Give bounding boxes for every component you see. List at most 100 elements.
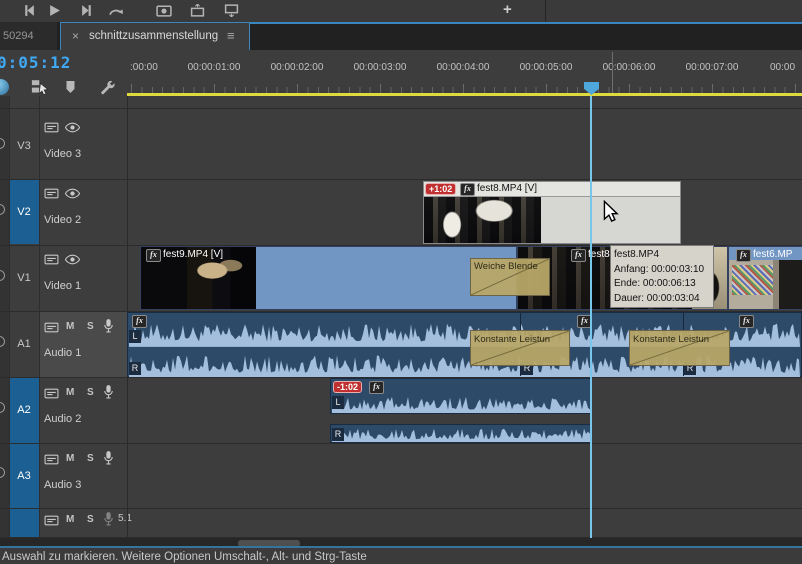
fx-badge[interactable]: fx — [571, 249, 586, 262]
extract-icon[interactable] — [224, 4, 239, 17]
track-id-a1[interactable]: A1 — [9, 338, 39, 350]
play-icon[interactable] — [48, 4, 61, 17]
toolbar-divider — [545, 0, 546, 22]
panel-menu-icon[interactable]: ≡ — [227, 23, 235, 49]
voiceover-mic-icon[interactable] — [103, 450, 114, 465]
clip-info-tooltip: fest8.MP4 Anfang: 00:00:03:10 Ende: 00:0… — [610, 245, 714, 308]
fx-badge[interactable]: fx — [146, 249, 161, 262]
transition-label: Weiche Blende — [474, 261, 538, 272]
clip-fest6[interactable]: fx fest6.MP — [728, 246, 802, 310]
track-output-eye-icon[interactable] — [65, 122, 80, 133]
panel-tab-bar: 50294 × schnittzusammenstellung ≡ — [0, 22, 802, 50]
track-target-master[interactable] — [9, 509, 39, 537]
clip-title: fest8.MP4 [V] — [477, 183, 538, 194]
track-id-v2[interactable]: V2 — [9, 206, 39, 218]
track-id-a3[interactable]: A3 — [9, 470, 39, 482]
voiceover-mic-icon[interactable] — [103, 384, 114, 399]
track-name-a3[interactable]: Audio 3 — [44, 479, 81, 491]
track-name-a1[interactable]: Audio 1 — [44, 347, 81, 359]
play-around-icon[interactable] — [108, 4, 123, 17]
export-frame-icon[interactable] — [156, 4, 172, 17]
mute-button[interactable]: M — [66, 387, 74, 398]
fx-badge[interactable]: fx — [460, 183, 475, 196]
clip-fest8-v2-selected[interactable]: +1:02 fx fest8.MP4 [V] — [423, 181, 681, 244]
tooltip-start: Anfang: 00:00:03:10 — [614, 263, 705, 275]
track-divider — [0, 377, 802, 378]
sync-lock-icon[interactable] — [44, 388, 59, 399]
playhead-line[interactable] — [590, 96, 592, 538]
clip-title: fest9.MP4 [V] — [163, 249, 224, 260]
tab-sequence-50294[interactable]: 50294 — [0, 22, 57, 50]
sync-lock-icon[interactable] — [44, 322, 59, 333]
add-marker-icon[interactable] — [64, 80, 77, 94]
sync-lock-icon[interactable] — [44, 454, 59, 465]
track-name-a2[interactable]: Audio 2 — [44, 413, 81, 425]
channel-label-right: R — [129, 362, 141, 375]
transition-konstante-leistung[interactable]: Konstante Leistun — [470, 330, 570, 366]
track-name-v3[interactable]: Video 3 — [44, 148, 81, 160]
mute-button[interactable]: M — [66, 321, 74, 332]
solo-button[interactable]: S — [87, 453, 94, 464]
clip-audio-a2-right[interactable]: R — [330, 424, 592, 443]
tab-schnittzusammenstellung[interactable]: × schnittzusammenstellung ≡ — [60, 22, 250, 50]
track-name-v1[interactable]: Video 1 — [44, 280, 81, 292]
sync-lock-icon[interactable] — [44, 188, 59, 199]
voiceover-mic-icon[interactable] — [103, 318, 114, 333]
voiceover-mic-icon[interactable] — [103, 511, 114, 526]
lift-icon[interactable] — [190, 4, 205, 17]
linked-selection-icon[interactable] — [30, 79, 51, 95]
track-id-a2[interactable]: A2 — [9, 404, 39, 416]
track-output-eye-icon[interactable] — [65, 254, 80, 265]
track-divider — [0, 508, 802, 509]
out-of-sync-badge[interactable]: -1:02 — [333, 381, 363, 393]
clip-thumbnail — [424, 197, 541, 243]
clip-fest9[interactable]: fx fest9.MP4 [V] — [140, 246, 517, 310]
track-id-v3[interactable]: V3 — [9, 140, 39, 152]
mute-button[interactable]: M — [66, 453, 74, 464]
track-divider — [0, 537, 802, 538]
add-button[interactable]: + — [503, 1, 512, 18]
channel-label-left: L — [129, 330, 141, 343]
step-back-icon[interactable] — [22, 4, 36, 17]
tooltip-title: fest8.MP4 — [614, 249, 660, 260]
ruler-guide-line — [612, 52, 613, 96]
out-of-sync-badge[interactable]: +1:02 — [425, 183, 457, 195]
transition-weiche-blende[interactable]: Weiche Blende — [470, 258, 550, 296]
track-output-eye-icon[interactable] — [65, 188, 80, 199]
track-divider — [0, 311, 802, 312]
ruler-tick-label: 00:00:01:00 — [187, 62, 241, 73]
ruler-tick-label: 00:00:05:00 — [519, 62, 573, 73]
fx-badge[interactable]: fx — [369, 381, 384, 394]
ruler-tick-label: :00:00 — [130, 62, 158, 73]
track-name-v2[interactable]: Video 2 — [44, 214, 81, 226]
channel-label-left: L — [332, 396, 344, 409]
timeline-settings-icon[interactable] — [98, 79, 115, 95]
track-divider — [0, 179, 802, 180]
tab-close-icon[interactable]: × — [72, 23, 79, 49]
solo-button[interactable]: S — [87, 387, 94, 398]
mouse-cursor — [603, 200, 620, 224]
sync-lock-icon[interactable] — [44, 515, 59, 526]
fx-badge[interactable]: fx — [132, 315, 147, 328]
ruler-tick-label: 00:00:06:00 — [602, 62, 656, 73]
track-id-v1[interactable]: V1 — [9, 272, 39, 284]
transport-toolbar: + — [0, 0, 802, 23]
step-forward-icon[interactable] — [80, 4, 94, 17]
sync-lock-icon[interactable] — [44, 122, 59, 133]
solo-button[interactable]: S — [87, 321, 94, 332]
ruler-tick-label: 00:00:07:00 — [685, 62, 739, 73]
snap-icon[interactable] — [0, 79, 9, 95]
current-timecode[interactable]: 0:05:12 — [0, 53, 71, 72]
fx-badge[interactable]: fx — [739, 315, 754, 328]
clip-title: fest6.MP — [753, 249, 793, 260]
transition-konstante-leistung[interactable]: Konstante Leistun — [629, 330, 730, 366]
solo-button[interactable]: S — [87, 514, 94, 525]
track-divider — [0, 108, 802, 109]
clip-audio-a2[interactable]: -1:02 fx L — [330, 378, 592, 414]
mute-button[interactable]: M — [66, 514, 74, 525]
work-area-bar[interactable] — [127, 93, 802, 96]
sync-lock-icon[interactable] — [44, 254, 59, 265]
clip-thumbnail — [773, 260, 802, 309]
fx-badge[interactable]: fx — [736, 249, 751, 262]
ruler-tick-label: 00:00:02:00 — [270, 62, 324, 73]
